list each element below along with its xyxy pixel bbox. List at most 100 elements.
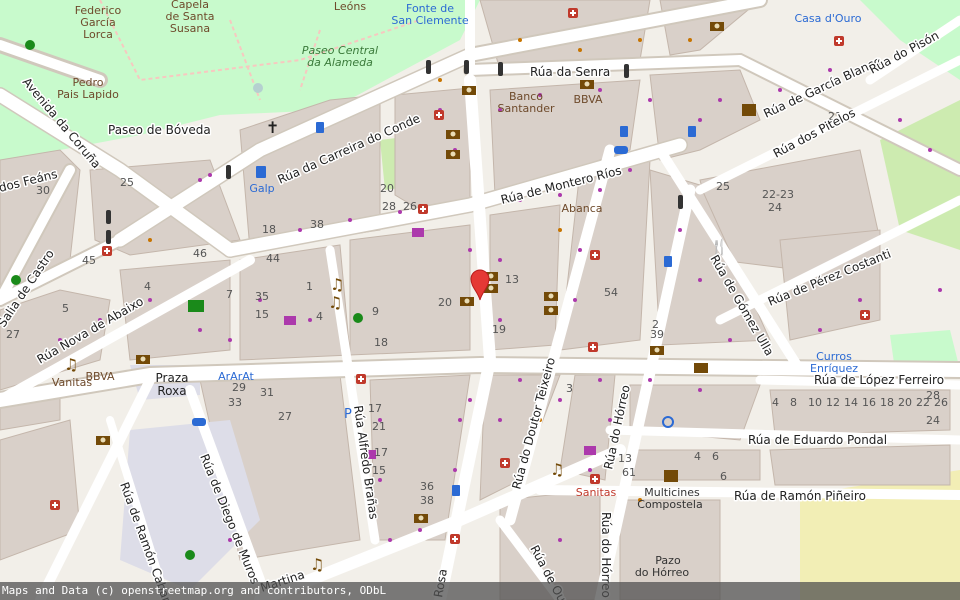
bus-stop-icon	[620, 126, 628, 137]
bank-icon	[580, 80, 594, 89]
svg-text:28: 28	[926, 389, 940, 402]
svg-text:24: 24	[768, 201, 782, 214]
svg-text:18: 18	[880, 396, 894, 409]
svg-text:✝: ✝	[266, 118, 279, 137]
label-santander: Santander	[498, 102, 555, 115]
svg-text:24: 24	[926, 414, 940, 427]
cinema-icon	[664, 470, 678, 482]
hospital-icon	[568, 8, 578, 18]
svg-text:♫: ♫	[330, 275, 344, 294]
label-praza-roxa1: Praza	[156, 371, 189, 385]
svg-text:3: 3	[566, 382, 573, 395]
label-multicines2: Compostela	[637, 498, 702, 511]
hospital-icon	[50, 500, 60, 510]
shopping-icon	[584, 446, 596, 455]
music-icon: ♫	[550, 460, 564, 479]
svg-text:20: 20	[898, 396, 912, 409]
fuel-icon	[256, 166, 266, 178]
svg-text:33: 33	[228, 396, 242, 409]
music-icon: ♫	[330, 275, 344, 294]
music-icon: ♫	[328, 293, 342, 312]
svg-text:19: 19	[492, 323, 506, 336]
label-pais-lapido: Pais Lapido	[57, 88, 119, 101]
car-icon	[614, 146, 628, 154]
svg-text:35: 35	[255, 290, 269, 303]
svg-text:18: 18	[374, 336, 388, 349]
svg-text:♫: ♫	[310, 555, 324, 574]
bank-icon	[446, 130, 460, 139]
hospital-icon	[834, 36, 844, 46]
svg-text:25: 25	[120, 176, 134, 189]
label-alameda: da Alameda	[307, 56, 373, 69]
street-ramon-pineiro: Rúa de Ramón Piñeiro	[734, 489, 866, 503]
label-galp: Galp	[249, 182, 274, 195]
bank-icon	[462, 86, 476, 95]
game-icon	[188, 300, 204, 312]
hospital-icon	[450, 534, 460, 544]
svg-text:20: 20	[438, 296, 452, 309]
svg-text:38: 38	[310, 218, 324, 231]
svg-text:14: 14	[844, 396, 858, 409]
street-senra: Rúa da Senra	[530, 65, 610, 79]
svg-text:6: 6	[720, 470, 727, 483]
svg-text:44: 44	[266, 252, 280, 265]
svg-text:61: 61	[622, 466, 636, 479]
svg-text:21: 21	[372, 420, 386, 433]
hospital-icon	[434, 110, 444, 120]
svg-text:10: 10	[808, 396, 822, 409]
bank-icon	[460, 297, 474, 306]
svg-text:28: 28	[382, 200, 396, 213]
svg-text:54: 54	[604, 286, 618, 299]
svg-text:36: 36	[420, 480, 434, 493]
label-casa-ouro: Casa d'Ouro	[794, 12, 861, 25]
post-icon	[694, 363, 708, 373]
hospital-icon	[860, 310, 870, 320]
svg-text:1: 1	[306, 280, 313, 293]
svg-text:4: 4	[694, 450, 701, 463]
church-icon: ✝	[266, 118, 279, 137]
svg-text:22-23: 22-23	[762, 188, 794, 201]
svg-text:9: 9	[372, 305, 379, 318]
street-eduardo-pondal: Rúa de Eduardo Pondal	[748, 433, 887, 447]
bank-icon	[544, 306, 558, 315]
hospital-icon	[356, 374, 366, 384]
svg-text:♫: ♫	[64, 355, 78, 374]
bank-icon	[710, 22, 724, 31]
car-icon	[192, 418, 206, 426]
music-icon: ♫	[64, 355, 78, 374]
svg-text:39: 39	[650, 328, 664, 341]
svg-text:25: 25	[716, 180, 730, 193]
svg-text:18: 18	[262, 223, 276, 236]
svg-text:4: 4	[316, 310, 323, 323]
map-canvas[interactable]: ♫ ♫ ♫ ♫ ♫ ✝ 🍴 P 20 18 26 13 38 28 46 44 …	[0, 0, 960, 600]
svg-text:20: 20	[380, 182, 394, 195]
label-bbva1: BBVA	[573, 93, 603, 106]
label-sanitas: Sanitas	[576, 486, 617, 499]
map-attribution[interactable]: Maps and Data (c) openstreetmap.org and …	[0, 582, 960, 600]
svg-text:6: 6	[712, 450, 719, 463]
svg-text:27: 27	[6, 328, 20, 341]
svg-text:♫: ♫	[550, 460, 564, 479]
shopping-icon	[412, 228, 424, 237]
hospital-icon	[588, 342, 598, 352]
cinema-icon	[742, 104, 756, 116]
svg-text:12: 12	[826, 396, 840, 409]
svg-text:17: 17	[368, 402, 382, 415]
bus-stop-icon	[688, 126, 696, 137]
parking-icon: P	[344, 407, 352, 422]
label-lorca: Lorca	[83, 28, 113, 41]
svg-text:31: 31	[260, 386, 274, 399]
svg-text:38: 38	[420, 494, 434, 507]
svg-text:26: 26	[403, 200, 417, 213]
svg-text:13: 13	[505, 273, 519, 286]
svg-text:17: 17	[374, 446, 388, 459]
bank-icon	[650, 346, 664, 355]
bank-icon	[446, 150, 460, 159]
playground-icon	[11, 275, 21, 285]
svg-text:15: 15	[255, 308, 269, 321]
street-boveda: Paseo de Bóveda	[108, 123, 211, 137]
svg-text:4: 4	[144, 280, 151, 293]
svg-text:4: 4	[772, 396, 779, 409]
label-san-clemente: San Clemente	[391, 14, 468, 27]
bank-icon	[96, 436, 110, 445]
